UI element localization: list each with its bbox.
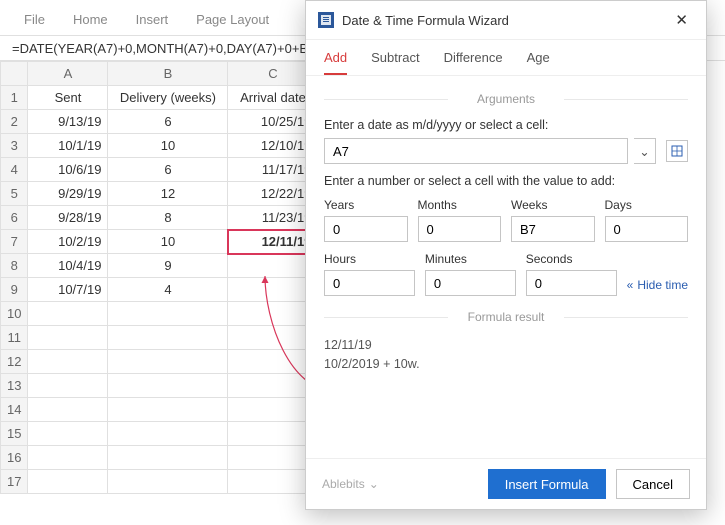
tab-add[interactable]: Add [324,50,347,75]
cell[interactable] [108,446,228,470]
cell[interactable] [28,374,108,398]
formula-content[interactable]: =DATE(YEAR(A7)+0,MONTH(A7)+0,DAY(A7)+0+B [0,39,320,58]
row-header[interactable]: 1 [1,86,28,110]
label-value: Enter a number or select a cell with the… [324,174,688,188]
wizard-dialog: Date & Time Formula Wizard ✕ Add Subtrac… [305,0,707,510]
months-input[interactable] [418,216,502,242]
chevron-down-icon: ⌄ [369,477,379,491]
wizard-icon [318,12,334,28]
cell[interactable] [108,326,228,350]
cell[interactable] [28,470,108,494]
col-header[interactable]: B [108,62,228,86]
hours-input[interactable] [324,270,415,296]
cell[interactable]: 10/1/19 [28,134,108,158]
row-header[interactable]: 9 [1,278,28,302]
cell[interactable] [28,326,108,350]
cell[interactable] [108,302,228,326]
cell[interactable]: 10/7/19 [28,278,108,302]
tab-file[interactable]: File [24,12,45,27]
label-months: Months [418,198,502,212]
col-header[interactable]: A [28,62,108,86]
tab-difference[interactable]: Difference [444,50,503,75]
row-header[interactable]: 5 [1,182,28,206]
row-header[interactable]: 6 [1,206,28,230]
cell[interactable]: 9/28/19 [28,206,108,230]
result-line-2: 10/2/2019 + 10w. [324,355,688,374]
section-arguments: Arguments [324,92,688,106]
tab-age[interactable]: Age [527,50,550,75]
row-header[interactable]: 13 [1,374,28,398]
label-hours: Hours [324,252,415,266]
brand[interactable]: Ablebits⌄ [322,477,379,491]
chevron-down-icon[interactable]: ⌄ [634,138,656,164]
cell[interactable]: Delivery (weeks) [108,86,228,110]
cell[interactable] [108,422,228,446]
cell[interactable] [28,302,108,326]
label-days: Days [605,198,689,212]
tab-pagelayout[interactable]: Page Layout [196,12,269,27]
row-header[interactable]: 7 [1,230,28,254]
cell[interactable] [108,374,228,398]
row-header[interactable]: 11 [1,326,28,350]
date-input[interactable] [324,138,628,164]
cell[interactable]: 9/13/19 [28,110,108,134]
label-date: Enter a date as m/d/yyyy or select a cel… [324,118,688,132]
weeks-input[interactable] [511,216,595,242]
tab-insert[interactable]: Insert [136,12,169,27]
label-weeks: Weeks [511,198,595,212]
cell[interactable] [28,398,108,422]
cell[interactable]: 10 [108,230,228,254]
result-line-1: 12/11/19 [324,336,688,355]
cell[interactable]: 9/29/19 [28,182,108,206]
label-years: Years [324,198,408,212]
wizard-titlebar: Date & Time Formula Wizard ✕ [306,1,706,40]
cell[interactable]: 10/6/19 [28,158,108,182]
cell[interactable]: 9 [108,254,228,278]
cell[interactable] [28,422,108,446]
cell[interactable]: 10/4/19 [28,254,108,278]
cell-picker-icon[interactable] [666,140,688,162]
row-header[interactable]: 12 [1,350,28,374]
cell[interactable]: Sent [28,86,108,110]
wizard-title: Date & Time Formula Wizard [342,13,509,28]
cell[interactable]: 12 [108,182,228,206]
chevron-left-icon: « [627,278,634,292]
row-header[interactable]: 15 [1,422,28,446]
label-minutes: Minutes [425,252,516,266]
cell[interactable]: 6 [108,110,228,134]
tab-subtract[interactable]: Subtract [371,50,419,75]
cell[interactable] [108,398,228,422]
cell[interactable]: 6 [108,158,228,182]
row-header[interactable]: 16 [1,446,28,470]
minutes-input[interactable] [425,270,516,296]
wizard-footer: Ablebits⌄ Insert Formula Cancel [306,458,706,509]
wizard-tabs: Add Subtract Difference Age [306,40,706,76]
row-header[interactable]: 4 [1,158,28,182]
cell[interactable]: 8 [108,206,228,230]
label-seconds: Seconds [526,252,617,266]
row-header[interactable]: 17 [1,470,28,494]
cell[interactable] [28,350,108,374]
seconds-input[interactable] [526,270,617,296]
years-input[interactable] [324,216,408,242]
hide-time-link[interactable]: «Hide time [627,278,688,292]
tab-home[interactable]: Home [73,12,108,27]
days-input[interactable] [605,216,689,242]
row-header[interactable]: 2 [1,110,28,134]
row-header[interactable]: 8 [1,254,28,278]
insert-formula-button[interactable]: Insert Formula [488,469,606,499]
cell[interactable]: 10/2/19 [28,230,108,254]
cell[interactable]: 10 [108,134,228,158]
cell[interactable] [28,446,108,470]
cancel-button[interactable]: Cancel [616,469,690,499]
cell[interactable] [108,350,228,374]
cell[interactable] [108,470,228,494]
row-header[interactable]: 10 [1,302,28,326]
close-icon[interactable]: ✕ [669,9,694,31]
row-header[interactable]: 14 [1,398,28,422]
row-header[interactable]: 3 [1,134,28,158]
cell[interactable]: 4 [108,278,228,302]
section-result: Formula result [324,310,688,324]
